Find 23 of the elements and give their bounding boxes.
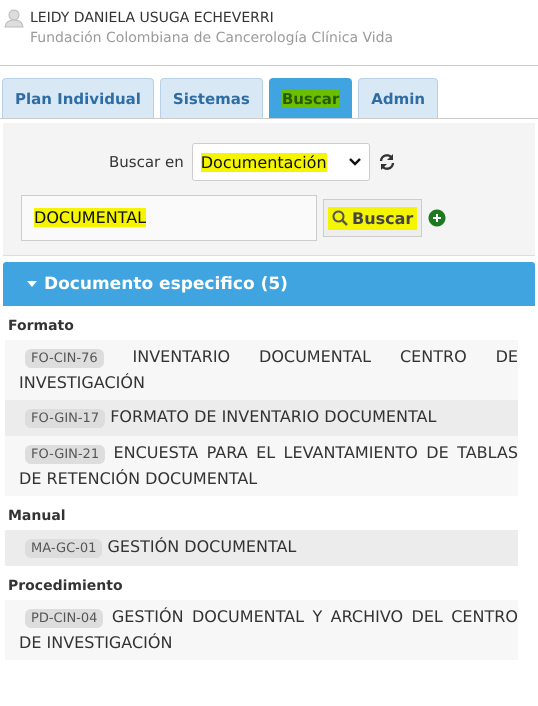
chevron-icon [348, 158, 361, 166]
document-item[interactable]: FO-CIN-76 INVENTARIO DOCUMENTAL CENTRO DE INVESTIGACIÓN [5, 340, 518, 400]
tab[interactable]: Admin [358, 78, 438, 118]
refresh-icon[interactable] [378, 153, 396, 171]
scope-dropdown[interactable]: Documentación [192, 143, 370, 181]
document-item[interactable]: MA-GC-01 GESTIÓN DOCUMENTAL [5, 530, 518, 566]
scope-label: Buscar en [109, 153, 184, 171]
search-button[interactable]: Buscar [323, 199, 422, 237]
user-icon [4, 8, 24, 28]
search-icon [332, 210, 348, 226]
group-heading: Manual [7, 507, 67, 526]
caret-icon [27, 280, 37, 288]
document-item[interactable]: PD-CIN-04 GESTIÓN DOCUMENTAL Y ARCHIVO DEL CENTRO DE INVESTIGACIÓN [5, 600, 518, 660]
group-heading: Formato [7, 317, 75, 336]
user-name: LEIDY DANIELA USUGA ECHEVERRI [30, 10, 275, 26]
organization-name: Fundación Colombiana de Cancerología Clínica Vida [30, 30, 394, 46]
tab[interactable]: Plan Individual [2, 78, 154, 118]
group-heading: Procedimiento [7, 577, 124, 596]
document-item[interactable]: FO-GIN-17 FORMATO DE INVENTARIO DOCUMENTAL [5, 400, 518, 436]
document-item[interactable]: FO-GIN-21 ENCUESTA PARA EL LEVANTAMIENTO DE TABLAS DE RETENCIÓN DOCUMENTAL [5, 436, 518, 496]
search-field[interactable]: DOCUMENTAL [21, 195, 317, 241]
tab[interactable]: Sistemas [160, 78, 263, 118]
add-icon[interactable] [428, 209, 446, 227]
